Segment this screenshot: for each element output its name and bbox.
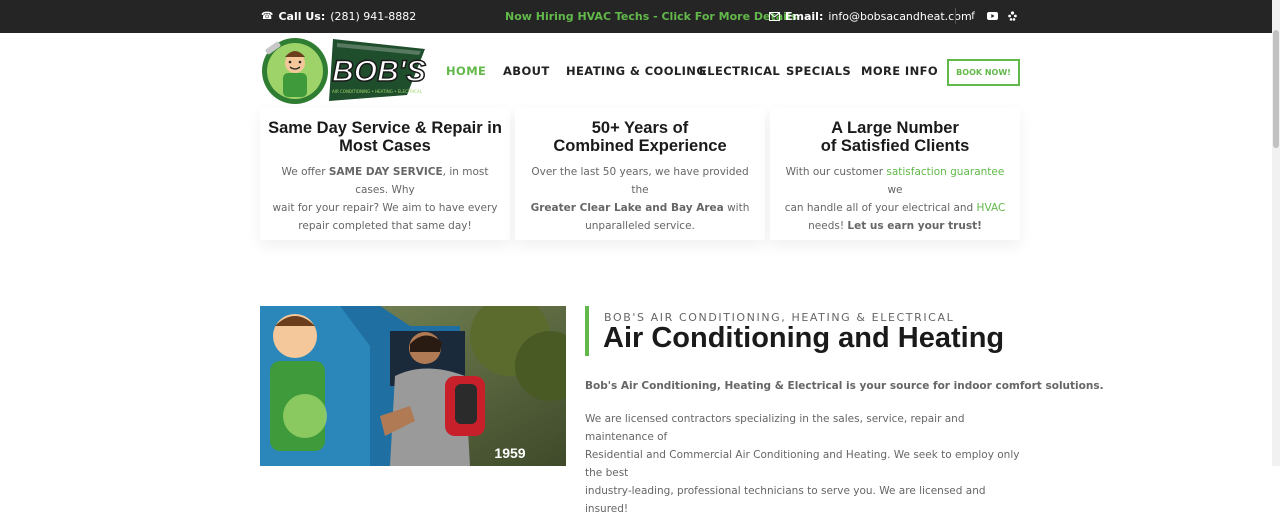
card-title-line1: Same Day Service & Repair in [268,119,502,137]
book-now-button[interactable]: BOOK NOW! [947,59,1020,86]
card-title: Same Day Service & Repair in Most Cases [260,119,510,155]
call-us[interactable]: ☎ Call Us: (281) 941-8882 [261,10,416,23]
site-logo[interactable]: BOB'S AIR CONDITIONING • HEATING • ELECT… [259,35,427,107]
card-title-line1: 50+ Years of [591,119,689,137]
card-text-part: We offer [281,166,329,178]
card-title-line1: A Large Number [831,119,959,137]
page-scrollbar[interactable] [1272,0,1280,466]
section-body: We are licensed contractors specializing… [585,410,1025,518]
technician-photo: 1959 [260,306,566,466]
card-text-part: we [887,184,903,196]
accent-bar [585,306,589,356]
card-text: We offer SAME DAY SERVICE, in most cases… [260,163,510,235]
card-text: With our customer satisfaction guarantee… [770,163,1020,235]
card-text-line: Over the last 50 years, we have provided… [531,166,749,196]
logo-wordmark: BOB'S [332,55,426,88]
card-text-line: unparalleled service. [585,220,695,232]
youtube-icon[interactable] [985,9,999,23]
van-number: 1959 [494,445,525,461]
card-text-line: wait for your repair? We aim to have eve… [272,202,498,214]
nav-more-info[interactable]: MORE INFO [861,64,938,78]
phone-icon: ☎ [261,11,274,22]
card-text-part: With our customer [785,166,887,178]
scrollbar-thumb[interactable] [1273,30,1279,148]
envelope-icon [769,12,780,21]
satisfaction-guarantee-link[interactable]: satisfaction guarantee [886,166,1004,178]
body-line: industry-leading, professional technicia… [585,485,986,515]
card-text-bold: SAME DAY SERVICE [328,166,443,178]
yelp-icon[interactable] [1005,9,1019,23]
card-title: 50+ Years of Combined Experience [515,119,765,155]
nav-heating-cooling[interactable]: HEATING & COOLING [566,64,706,78]
hvac-link[interactable]: HVAC [977,202,1006,214]
card-text-bold: Let us earn your trust! [847,220,982,232]
hiring-link[interactable]: Now Hiring HVAC Techs - Click For More D… [505,10,797,23]
nav-specials[interactable]: SPECIALS [786,64,851,78]
phone-number[interactable]: (281) 941-8882 [330,10,416,23]
divider [955,8,956,24]
email-contact[interactable]: Email: info@bobsacandheat.com [769,10,972,23]
top-bar: ☎ Call Us: (281) 941-8882 Now Hiring HVA… [0,0,1272,33]
card-title-line2: Combined Experience [553,137,727,155]
body-line: Residential and Commercial Air Condition… [585,449,1020,479]
card-text: Over the last 50 years, we have provided… [515,163,765,235]
section-lead: Bob's Air Conditioning, Heating & Electr… [585,380,1104,392]
email-address[interactable]: info@bobsacandheat.com [828,10,971,23]
nav-electrical[interactable]: ELECTRICAL [699,64,780,78]
card-title-line2: Most Cases [339,137,431,155]
logo-tagline: AIR CONDITIONING • HEATING • ELECTRICAL [332,89,423,94]
card-text-bold: Greater Clear Lake and Bay Area [530,202,724,214]
feature-card-clients: A Large Number of Satisfied Clients With… [770,108,1020,240]
logo-graphic: BOB'S AIR CONDITIONING • HEATING • ELECT… [262,38,427,104]
card-text-line: repair completed that same day! [298,220,472,232]
facebook-icon[interactable]: f [966,9,980,23]
card-title: A Large Number of Satisfied Clients [770,119,1020,155]
card-text-part: needs! [808,220,848,232]
email-label: Email: [785,10,824,23]
section-title: Air Conditioning and Heating [603,322,1005,354]
call-label: Call Us: [278,10,326,23]
nav-home[interactable]: HOME [446,64,486,78]
body-line: We are licensed contractors specializing… [585,413,965,443]
card-text-part: with [723,202,750,214]
nav-about[interactable]: ABOUT [503,64,550,78]
card-title-line2: of Satisfied Clients [820,137,970,155]
card-text-part: can handle all of your electrical and [784,202,977,214]
feature-card-experience: 50+ Years of Combined Experience Over th… [515,108,765,240]
feature-card-same-day: Same Day Service & Repair in Most Cases … [260,108,510,240]
